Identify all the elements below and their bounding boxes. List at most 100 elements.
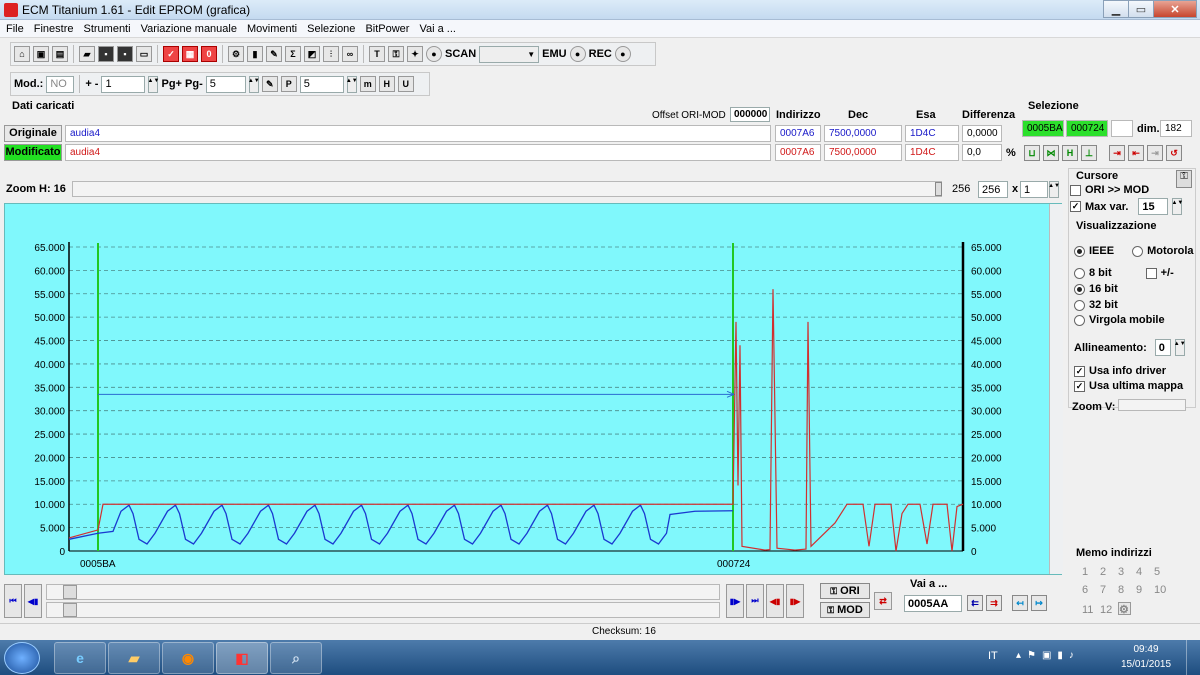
graph-icon[interactable]: ⫶	[323, 46, 339, 62]
h-button-icon[interactable]: H	[378, 76, 395, 92]
first-page-icon[interactable]: ⏮	[4, 584, 22, 618]
bit32-radio[interactable]	[1074, 299, 1085, 311]
bit8-radio[interactable]	[1074, 267, 1085, 279]
save-as-icon[interactable]: ▪	[117, 46, 133, 62]
menu-variazione-manuale[interactable]: Variazione manuale	[141, 23, 237, 35]
edit-icon[interactable]: ✎	[266, 46, 282, 62]
allineamento-field[interactable]: 0	[1154, 339, 1171, 356]
memo-save-icon[interactable]: ⚙	[1118, 602, 1131, 616]
zoomv-slider[interactable]	[1118, 399, 1186, 411]
viewer-taskbar-icon[interactable]: ⌕	[270, 642, 322, 674]
h-scroll-top-thumb[interactable]	[63, 585, 77, 599]
goto-mark-right-icon[interactable]: ↦	[1031, 595, 1047, 611]
memo-11[interactable]: 11	[1082, 604, 1100, 616]
mod-button[interactable]: ⚿ MOD	[820, 602, 870, 618]
swap-icon[interactable]: ⇄	[874, 592, 892, 610]
next-diff-icon[interactable]: ▮▶	[786, 584, 804, 618]
tray-time[interactable]: 09:49	[1124, 644, 1168, 655]
ie-taskbar-icon[interactable]: e	[54, 642, 106, 674]
pg-spinner[interactable]: ▲▼	[248, 75, 260, 93]
gears-icon[interactable]: ⚙	[228, 46, 244, 62]
start-button[interactable]	[4, 642, 40, 674]
virgola-radio[interactable]	[1074, 314, 1085, 326]
motorola-radio[interactable]	[1132, 245, 1144, 257]
memo-8[interactable]: 8	[1118, 584, 1136, 596]
sel-reset-icon[interactable]: ↺	[1166, 145, 1182, 161]
edit-p-icon[interactable]: ✎	[261, 76, 278, 92]
pg-field[interactable]: 5	[205, 75, 246, 93]
rec-label[interactable]: REC	[589, 48, 612, 60]
memo-12[interactable]: 12	[1100, 604, 1118, 616]
plusminus-field[interactable]: 1	[101, 75, 146, 93]
plusminus-spinner[interactable]: ▲▼	[148, 75, 159, 93]
save-icon[interactable]: ▪	[98, 46, 114, 62]
tray-lang[interactable]: IT	[988, 650, 998, 662]
zoom-mult-value[interactable]: 1	[1020, 181, 1048, 198]
p-field[interactable]: 5	[299, 75, 344, 93]
goto-left-icon[interactable]: ⇇	[967, 595, 983, 611]
maximize-button[interactable]: ▭	[1128, 0, 1154, 18]
allineamento-spinner[interactable]: ▲▼	[1174, 339, 1186, 356]
zoom-h-thumb[interactable]	[935, 182, 942, 196]
window-icon[interactable]: ▣	[33, 46, 49, 62]
memo-9[interactable]: 9	[1136, 584, 1154, 596]
u-button-icon[interactable]: U	[397, 76, 414, 92]
pages-icon[interactable]: ▤	[52, 46, 68, 62]
h-scroll-bottom-thumb[interactable]	[63, 603, 77, 617]
memo-1[interactable]: 1	[1082, 566, 1100, 578]
h-scroll-bottom[interactable]	[46, 602, 720, 618]
prev-page-icon[interactable]: ◀▮	[24, 584, 42, 618]
emu-label[interactable]: EMU	[542, 48, 566, 60]
prev-diff-icon[interactable]: ◀▮	[766, 584, 784, 618]
open-folder-icon[interactable]: ▰	[79, 46, 95, 62]
maxvar-spinner[interactable]: ▲▼	[1171, 198, 1183, 215]
rec-icon[interactable]: ●	[614, 46, 631, 62]
checksum-icon[interactable]: ✓	[163, 46, 179, 62]
record-icon[interactable]: ●	[426, 46, 442, 62]
menu-movimenti[interactable]: Movimenti	[247, 23, 297, 35]
usa-ultima-checkbox[interactable]: ✓	[1074, 380, 1085, 392]
chart-area[interactable]: 65.000 65.000 60.000 60.000 55.000 55.000 50.0…	[4, 203, 1063, 575]
mod-field[interactable]: NO	[46, 75, 75, 93]
last-page-icon[interactable]: ⏭	[746, 584, 764, 618]
sel-paste-icon[interactable]: ⇤	[1128, 145, 1144, 161]
usa-info-checkbox[interactable]: ✓	[1074, 365, 1085, 377]
driver-icon[interactable]: T	[369, 46, 385, 62]
close-button[interactable]: ✕	[1153, 0, 1197, 18]
memo-6[interactable]: 6	[1082, 584, 1100, 596]
maxvar-field[interactable]: 15	[1138, 198, 1169, 215]
cursore-lock-icon[interactable]: ⚿	[1176, 170, 1192, 188]
menu-strumenti[interactable]: Strumenti	[83, 23, 130, 35]
binoculars-icon[interactable]: ∞	[342, 46, 358, 62]
menu-file[interactable]: File	[6, 23, 24, 35]
tray-icons[interactable]: ▴⚑▣▮♪	[1016, 650, 1080, 661]
bit16-radio[interactable]	[1074, 283, 1085, 295]
zoom-mult-spinner[interactable]: ▲▼	[1048, 181, 1060, 198]
m-button-icon[interactable]: m	[359, 76, 376, 92]
goto-right-icon[interactable]: ⇉	[986, 595, 1002, 611]
zoom-value2[interactable]: 256	[978, 181, 1008, 198]
scan-combo[interactable]: ▼	[479, 45, 540, 63]
menu-finestre[interactable]: Finestre	[34, 23, 74, 35]
chip-icon[interactable]: ▮	[247, 46, 263, 62]
goto-mark-left-icon[interactable]: ↤	[1012, 595, 1028, 611]
plusminus-checkbox[interactable]	[1145, 267, 1157, 279]
p-spinner[interactable]: ▲▼	[346, 75, 358, 93]
firefox-taskbar-icon[interactable]: ◉	[162, 642, 214, 674]
emu-icon[interactable]: ●	[569, 46, 586, 62]
runner-icon[interactable]: ✦	[407, 46, 423, 62]
minimize-button[interactable]: ▁	[1103, 0, 1129, 18]
menu-vai-a[interactable]: Vai a ...	[419, 23, 455, 35]
memo-4[interactable]: 4	[1136, 566, 1154, 578]
lock-icon[interactable]: ⚿	[388, 46, 404, 62]
menu-selezione[interactable]: Selezione	[307, 23, 355, 35]
counter-icon[interactable]: 0	[201, 46, 217, 62]
sum-icon[interactable]: Σ	[285, 46, 301, 62]
ecm-taskbar-icon[interactable]: ◧	[216, 642, 268, 674]
memo-10[interactable]: 10	[1154, 584, 1172, 596]
vai-field[interactable]: 0005AA	[904, 595, 962, 612]
ieee-radio[interactable]	[1074, 245, 1085, 257]
memo-3[interactable]: 3	[1118, 566, 1136, 578]
home-icon[interactable]: ⌂	[14, 46, 30, 62]
ori-button[interactable]: ⚿ ORI	[820, 583, 870, 599]
